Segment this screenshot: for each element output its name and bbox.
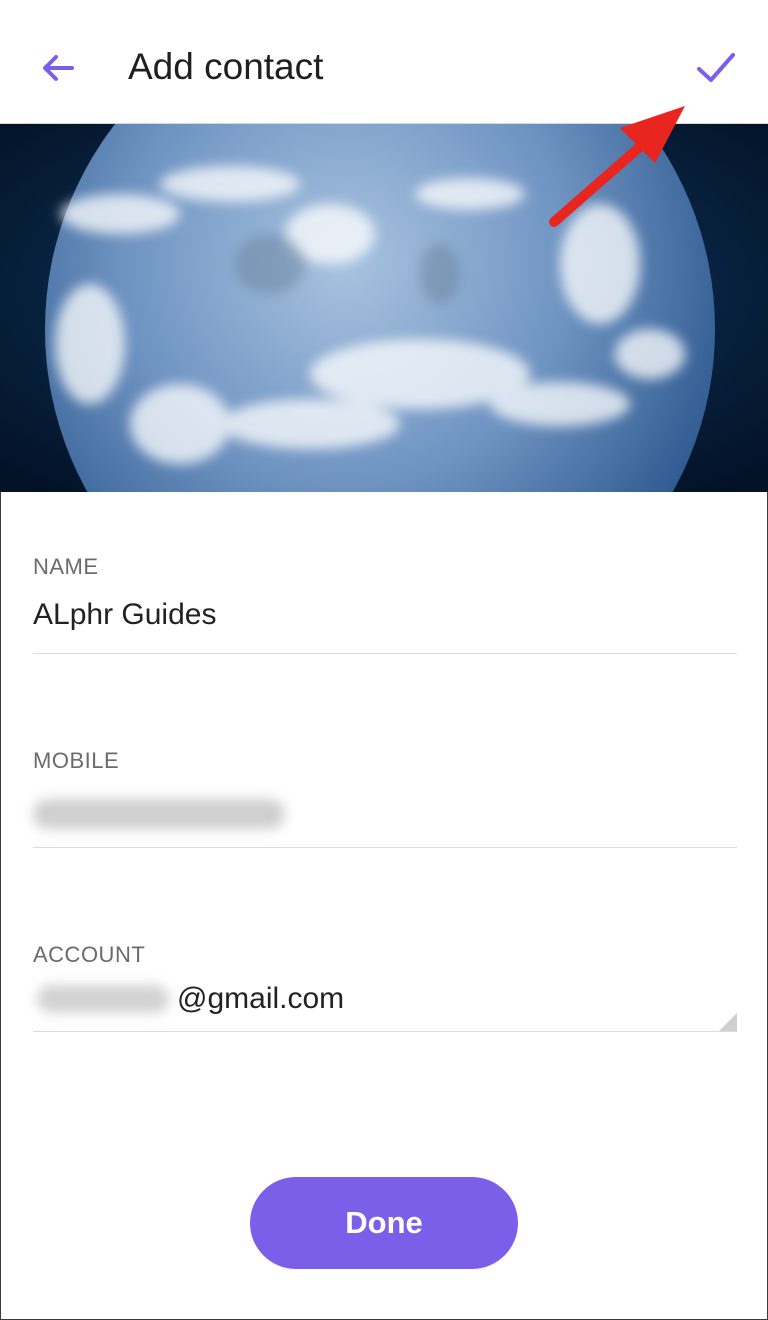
mobile-field[interactable]: MOBILE: [33, 747, 737, 849]
account-field[interactable]: ACCOUNT @gmail.com: [33, 941, 737, 1033]
mobile-underline: [33, 847, 737, 848]
check-icon: [697, 53, 735, 82]
name-label: NAME: [33, 554, 99, 579]
account-username-redacted: [37, 985, 169, 1013]
mobile-value-redacted[interactable]: [33, 799, 285, 829]
account-domain: @gmail.com: [177, 982, 345, 1015]
dropdown-indicator-icon[interactable]: [719, 1013, 737, 1031]
account-selector[interactable]: @gmail.com: [33, 979, 737, 1019]
arrow-left-icon: [43, 55, 74, 81]
save-contact-button[interactable]: [688, 40, 744, 96]
back-button[interactable]: [30, 40, 86, 96]
page-title: Add contact: [128, 46, 324, 87]
mobile-label: MOBILE: [33, 748, 120, 773]
account-underline: [33, 1031, 737, 1032]
account-label: ACCOUNT: [33, 942, 146, 967]
name-value[interactable]: ALphr Guides: [33, 595, 737, 635]
done-button[interactable]: Done: [250, 1177, 518, 1269]
earth-image: [0, 124, 768, 492]
name-underline: [33, 653, 737, 654]
contact-cover-photo[interactable]: [0, 124, 768, 492]
name-field[interactable]: NAME ALphr Guides: [33, 553, 737, 655]
top-app-bar: Add contact: [0, 0, 768, 124]
